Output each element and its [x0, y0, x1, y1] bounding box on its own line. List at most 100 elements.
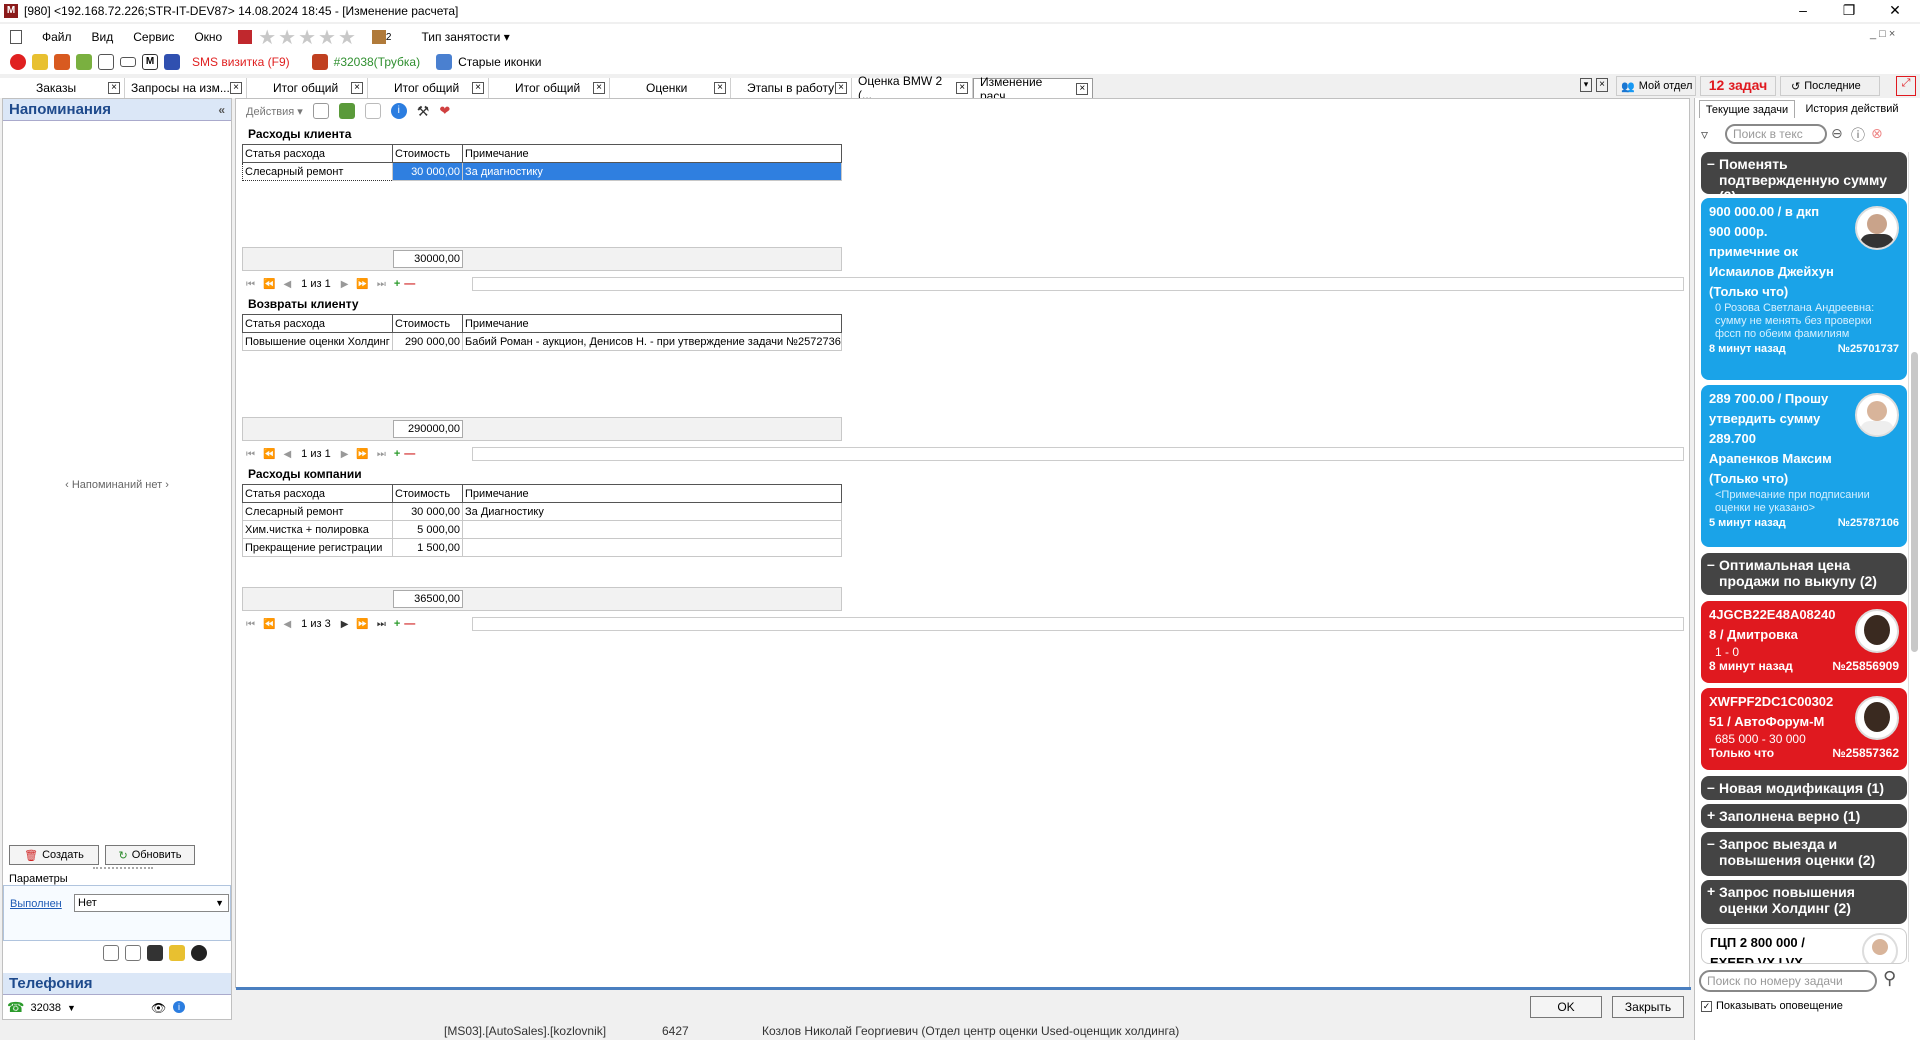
splitter-handle[interactable]: [93, 867, 153, 869]
column-header[interactable]: Примечание: [462, 144, 842, 163]
column-header[interactable]: Примечание: [462, 314, 842, 333]
expand-icon[interactable]: ⤢: [1896, 76, 1916, 96]
my-department-button[interactable]: 👥 Мой отдел: [1616, 76, 1696, 96]
first-page-icon[interactable]: ⏮: [246, 279, 255, 290]
cell-note[interactable]: За диагностику: [462, 162, 842, 181]
table-row[interactable]: Хим.чистка + полировка 5 000,00: [242, 520, 842, 539]
horizontal-scrollbar[interactable]: [472, 277, 1684, 291]
task-number-search-input[interactable]: Поиск по номеру задачи: [1699, 970, 1877, 992]
add-row-icon[interactable]: +: [394, 618, 400, 630]
cell-cost[interactable]: 5 000,00: [392, 520, 463, 539]
first-page-icon[interactable]: ⏮: [246, 449, 255, 460]
handset-icon[interactable]: [311, 54, 328, 70]
star-icon[interactable]: ★: [338, 27, 356, 49]
gift-icon[interactable]: [76, 54, 92, 70]
menu-view[interactable]: Вид: [82, 30, 124, 44]
next-icon[interactable]: ▶: [341, 279, 349, 290]
remove-row-icon[interactable]: —: [404, 618, 415, 630]
tasks-scrollbar[interactable]: [1908, 152, 1920, 962]
agent-icon[interactable]: [147, 945, 163, 961]
add-row-icon[interactable]: +: [394, 278, 400, 290]
table-row[interactable]: Слесарный ремонт 30 000,00 За диагностик…: [242, 162, 842, 181]
prev-icon[interactable]: ◀: [283, 619, 291, 630]
cell-cost[interactable]: 30 000,00: [392, 502, 463, 521]
tab-change-calculation[interactable]: Изменение расч... ×: [973, 75, 1093, 103]
remove-row-icon[interactable]: —: [404, 278, 415, 290]
refresh-button[interactable]: ↻ Обновить: [105, 845, 195, 865]
star-icon[interactable]: ★: [318, 27, 336, 49]
close-window-button[interactable]: ✕: [1872, 0, 1918, 22]
tabs-dropdown-icon[interactable]: ▾: [1580, 78, 1592, 92]
horizontal-scrollbar[interactable]: [472, 617, 1684, 631]
task-card[interactable]: 900 000.00 / в дкп 900 000р. примечние о…: [1701, 198, 1907, 380]
ok-button[interactable]: OK: [1530, 996, 1602, 1018]
rating-stars[interactable]: ★ ★ ★ ★ ★: [258, 25, 358, 50]
clear-icon[interactable]: ⊗: [1871, 125, 1883, 142]
info-icon[interactable]: i: [390, 103, 407, 119]
mdi-controls[interactable]: _ □ ×: [1870, 28, 1895, 40]
first-page-icon[interactable]: ⏮: [246, 619, 255, 630]
box-icon[interactable]: [371, 30, 386, 44]
column-header[interactable]: Статья расхода: [242, 484, 393, 503]
occupancy-type-dropdown[interactable]: Тип занятости ▾: [411, 30, 519, 44]
cell-item[interactable]: Хим.чистка + полировка: [242, 520, 393, 539]
close-icon[interactable]: ×: [1076, 82, 1088, 95]
cell-item[interactable]: Повышение оценки Холдинг: [242, 332, 393, 351]
sms-card-button[interactable]: SMS визитка (F9): [192, 55, 290, 69]
close-icon[interactable]: ×: [108, 82, 120, 94]
tab-total-2[interactable]: Итог общий ×: [368, 78, 489, 98]
info-icon[interactable]: i: [173, 1001, 185, 1013]
handshake-icon[interactable]: ❤: [439, 103, 450, 119]
cell-note[interactable]: [462, 538, 842, 557]
prev-page-icon[interactable]: ⏪: [263, 279, 275, 290]
next-icon[interactable]: ▶: [341, 619, 349, 630]
print-icon[interactable]: [312, 103, 329, 119]
show-notify-checkbox[interactable]: ✓: [1701, 1000, 1712, 1012]
tab-action-history[interactable]: История действий: [1797, 100, 1907, 118]
next-page-icon[interactable]: ⏩: [356, 449, 368, 460]
close-icon[interactable]: ×: [835, 82, 847, 94]
menu-window[interactable]: Окно: [184, 30, 232, 44]
minus-icon[interactable]: ⊖: [1831, 125, 1843, 142]
export-icon[interactable]: [338, 103, 355, 119]
close-icon[interactable]: ×: [230, 82, 242, 94]
next-page-icon[interactable]: ⏩: [356, 619, 368, 630]
prev-page-icon[interactable]: ⏪: [263, 449, 275, 460]
tab-total-3[interactable]: Итог общий ×: [489, 78, 610, 98]
column-header[interactable]: Статья расхода: [242, 144, 393, 163]
search-icon[interactable]: ⚲: [1883, 968, 1896, 989]
close-icon[interactable]: ×: [714, 82, 726, 94]
close-icon[interactable]: ×: [956, 82, 968, 94]
task-group-new-modification[interactable]: – Новая модификация (1): [1701, 776, 1907, 800]
show-notify-row[interactable]: ✓ Показывать оповещение: [1701, 1000, 1843, 1012]
task-text-search-input[interactable]: Поиск в текс: [1725, 124, 1827, 144]
tree-icon[interactable]: [103, 945, 119, 961]
minimize-button[interactable]: –: [1780, 0, 1826, 22]
tab-current-tasks[interactable]: Текущие задачи: [1699, 100, 1795, 118]
task-group-visit-request[interactable]: – Запрос выезда и повышения оценки (2): [1701, 832, 1907, 876]
card-icon[interactable]: [120, 57, 136, 67]
column-header[interactable]: Статья расхода: [242, 314, 393, 333]
last-page-icon[interactable]: ⏭: [377, 619, 386, 630]
task-card[interactable]: 4JGCB22E48A08240 8 / Дмитровка 1 - 0 8 м…: [1701, 601, 1907, 683]
task-group-optimal-price[interactable]: – Оптимальная цена продажи по выкупу (2): [1701, 553, 1907, 595]
filter-icon[interactable]: ▿: [1701, 126, 1708, 143]
tab-change-requests[interactable]: Запросы на изм... ×: [125, 78, 247, 98]
done-filter-select[interactable]: Нет ▼: [74, 894, 229, 912]
cell-item[interactable]: Прекращение регистрации: [242, 538, 393, 557]
column-header[interactable]: Стоимость: [392, 314, 463, 333]
task-card[interactable]: ГЦП 2 800 000 / EXEED VX LVX: [1701, 928, 1907, 964]
next-icon[interactable]: ▶: [341, 449, 349, 460]
tab-bmw-appraisal[interactable]: Оценка BMW 2 (... ×: [852, 74, 973, 102]
scroll-thumb[interactable]: [1911, 352, 1918, 652]
tools-icon[interactable]: ⚒: [417, 103, 430, 120]
task-card[interactable]: 289 700.00 / Прошу утвердить сумму 289.7…: [1701, 385, 1907, 547]
phone-status-button[interactable]: #32038(Трубка): [334, 55, 420, 69]
menu-service[interactable]: Сервис: [123, 30, 184, 44]
create-button[interactable]: 🗑 Создать: [9, 845, 99, 865]
recent-button[interactable]: ↺ Последние: [1780, 76, 1880, 96]
task-group-filled-correct[interactable]: + Заполнена верно (1): [1701, 804, 1907, 828]
task-card[interactable]: XWFPF2DC1C00302 51 / АвтоФорум-М 685 000…: [1701, 688, 1907, 770]
close-icon[interactable]: ×: [593, 82, 605, 94]
task-group-holding-raise[interactable]: + Запрос повышения оценки Холдинг (2): [1701, 880, 1907, 924]
